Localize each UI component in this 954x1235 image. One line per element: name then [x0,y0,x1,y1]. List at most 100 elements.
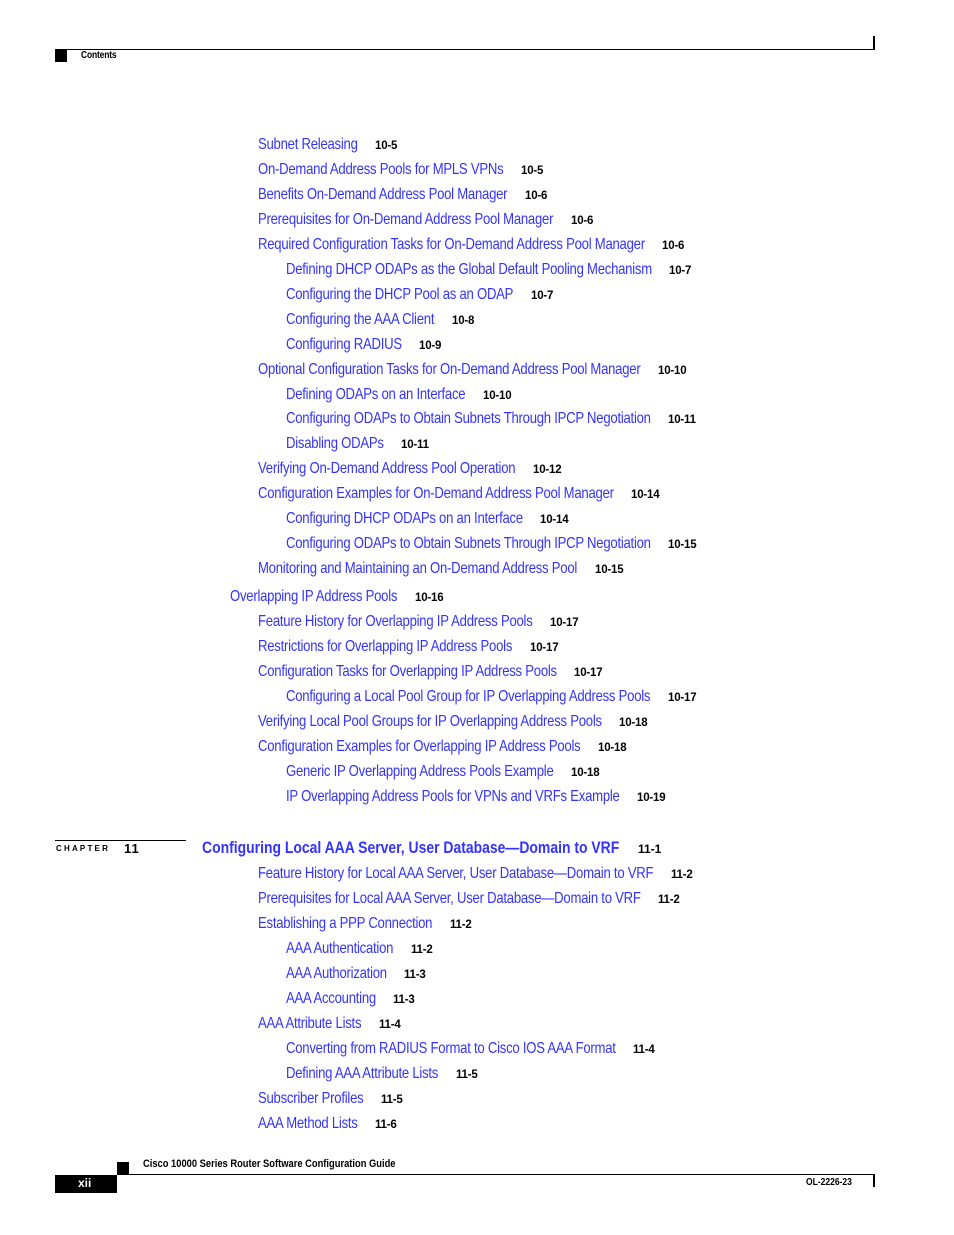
toc-entry-title: Configuring ODAPs to Obtain Subnets Thro… [286,410,651,428]
toc-entry-link[interactable]: Feature History for Overlapping IP Addre… [258,613,533,631]
toc-entry-title: Subscriber Profiles [258,1090,364,1107]
toc-entry-link[interactable]: Subscriber Profiles [258,1090,364,1108]
toc-entry: Overlapping IP Address Pools 10-16 [230,588,444,606]
toc-entry-title: Defining DHCP ODAPs as the Global Defaul… [286,260,652,278]
toc-entry: Configuring DHCP ODAPs on an Interface 10… [286,510,569,528]
toc-entry-link[interactable]: Monitoring and Maintaining an On-Demand … [258,560,578,578]
toc-entry-link[interactable]: Configuration Examples for Overlapping I… [258,738,581,756]
toc-entry: Generic IP Overlapping Address Pools Exa… [286,763,600,781]
toc-entry-page-number: 10-11 [668,414,696,427]
toc-entry-link[interactable]: IP Overlapping Address Pools for VPNs an… [286,788,620,806]
toc-entry: Configuration Examples for Overlapping I… [258,738,627,756]
toc-entry: Disabling ODAPs 10-11 [286,435,429,453]
toc-entry-link[interactable]: AAA Accounting [286,990,376,1008]
toc-entry-page-number: 10-10 [658,364,687,377]
toc-entry-link[interactable]: Defining ODAPs on an Interface [286,386,466,404]
toc-entry-page-number: 10-8 [452,314,475,327]
toc-entry: Configuring ODAPs to Obtain Subnets Thro… [286,535,697,553]
toc-entry: Configuring RADIUS 10-9 [286,336,441,354]
toc-entry-link[interactable]: Overlapping IP Address Pools [230,588,398,606]
toc-entry-page-number: 10-15 [595,564,624,577]
toc-entry-link[interactable]: Converting from RADIUS Format to Cisco I… [286,1040,616,1058]
toc-entry-link[interactable]: Subnet Releasing [258,136,358,154]
toc-entry-title: Monitoring and Maintaining an On-Demand … [258,560,578,578]
toc-entry-link[interactable]: Defining AAA Attribute Lists [286,1065,439,1083]
chapter-title-text: Configuring Local AAA Server, User Datab… [202,838,620,857]
toc-entry-page-number: 10-17 [574,667,603,679]
toc-entry-page-number: 11-2 [450,919,472,931]
toc-entry-title: Overlapping IP Address Pools [230,588,398,605]
toc-entry-page-number: 10-6 [571,214,594,227]
toc-entry-link[interactable]: Prerequisites for On-Demand Address Pool… [258,211,554,229]
toc-entry-title: Configuring the AAA Client [286,310,435,328]
toc-entry: Restrictions for Overlapping IP Address … [258,638,559,656]
toc-entry-link[interactable]: Configuration Examples for On-Demand Add… [258,485,614,503]
toc-entry: AAA Authorization 11-3 [286,965,426,983]
toc-entry-link[interactable]: Verifying Local Pool Groups for IP Overl… [258,713,602,731]
chapter-label: CHAPTER [56,844,111,853]
toc-entry-link[interactable]: Verifying On-Demand Address Pool Operati… [258,460,516,478]
toc-entry-link[interactable]: Establishing a PPP Connection [258,915,433,933]
toc-entry-page-number: 11-3 [404,969,426,981]
toc-entry-link[interactable]: Optional Configuration Tasks for On-Dema… [258,361,641,379]
toc-entry-page-number: 10-14 [631,489,660,502]
toc-entry-link[interactable]: Benefits On-Demand Address Pool Manager [258,186,508,204]
toc-entry-page-number: 10-5 [521,164,544,177]
toc-entry-link[interactable]: Configuring a Local Pool Group for IP Ov… [286,688,651,706]
toc-entry-link[interactable]: Configuring the DHCP Pool as an ODAP [286,286,514,304]
toc-entry-link[interactable]: Configuring DHCP ODAPs on an Interface [286,510,523,528]
toc-entry-title: AAA Authentication [286,940,394,957]
toc-entry: Prerequisites for On-Demand Address Pool… [258,211,593,229]
toc-entry-page-number: 10-16 [415,592,444,604]
toc-entry-link[interactable]: AAA Authentication [286,940,394,958]
toc-entry-title: Configuration Examples for On-Demand Add… [258,485,614,503]
toc-entry-title: Restrictions for Overlapping IP Address … [258,638,513,655]
footer-rule [117,1174,875,1175]
footer-page-number: xii [78,1176,92,1190]
toc-entry-link[interactable]: Feature History for Local AAA Server, Us… [258,865,654,883]
toc-entry-link[interactable]: Prerequisites for Local AAA Server, User… [258,890,641,908]
toc-entry: Defining ODAPs on an Interface 10-10 [286,386,512,404]
toc-entry-page-number: 10-18 [598,742,627,754]
toc-entry-title: Configuring a Local Pool Group for IP Ov… [286,688,651,705]
toc-entry: Monitoring and Maintaining an On-Demand … [258,560,624,578]
toc-entry: Defining DHCP ODAPs as the Global Defaul… [286,261,691,279]
toc-entry-link[interactable]: Restrictions for Overlapping IP Address … [258,638,513,656]
toc-entry-title: Configuring the DHCP Pool as an ODAP [286,285,514,303]
toc-entry-page-number: 10-6 [662,239,685,252]
toc-entry: Optional Configuration Tasks for On-Dema… [258,361,687,379]
toc-entry-link[interactable]: Configuring ODAPs to Obtain Subnets Thro… [286,410,651,428]
toc-entry: AAA Authentication 11-2 [286,940,433,958]
toc-entry-title: On-Demand Address Pools for MPLS VPNs [258,160,504,178]
toc-entry-link[interactable]: On-Demand Address Pools for MPLS VPNs [258,161,504,179]
toc-entry-page-number: 10-15 [668,539,697,552]
toc-entry-link[interactable]: AAA Method Lists [258,1115,358,1133]
toc-entry-title: Verifying On-Demand Address Pool Operati… [258,460,516,478]
toc-entry-link[interactable]: Defining DHCP ODAPs as the Global Defaul… [286,261,652,279]
toc-entry-link[interactable]: Configuring ODAPs to Obtain Subnets Thro… [286,535,651,553]
toc-entry-link[interactable]: Disabling ODAPs [286,435,384,453]
toc-entry-link[interactable]: AAA Attribute Lists [258,1015,362,1033]
toc-entry: Defining AAA Attribute Lists 11-5 [286,1065,478,1083]
toc-entry-title: IP Overlapping Address Pools for VPNs an… [286,788,620,805]
toc-entry-link[interactable]: Configuration Tasks for Overlapping IP A… [258,663,557,681]
footer-marker-block [117,1162,129,1174]
toc-entry-page-number: 11-4 [379,1019,401,1031]
toc-entry: AAA Method Lists 11-6 [258,1115,397,1133]
toc-entry-link[interactable]: AAA Authorization [286,965,387,983]
chapter-entry: Configuring Local AAA Server, User Datab… [202,838,661,858]
toc-entry: Feature History for Local AAA Server, Us… [258,865,693,883]
toc-entry-title: Configuration Examples for Overlapping I… [258,738,581,755]
toc-entry-title: Configuration Tasks for Overlapping IP A… [258,663,557,680]
toc-entry-title: Generic IP Overlapping Address Pools Exa… [286,763,554,780]
toc-entry-title: Establishing a PPP Connection [258,915,433,932]
toc-entry-link[interactable]: Generic IP Overlapping Address Pools Exa… [286,763,554,781]
toc-entry: Establishing a PPP Connection 11-2 [258,915,472,933]
toc-entry-link[interactable]: Required Configuration Tasks for On-Dema… [258,236,645,254]
toc-entry-page-number: 10-19 [637,792,666,804]
header-marker-block [55,50,67,62]
toc-entry: Configuring the AAA Client 10-8 [286,311,474,329]
toc-entry-link[interactable]: Configuring RADIUS [286,336,402,354]
chapter-title-link[interactable]: Configuring Local AAA Server, User Datab… [202,838,620,858]
toc-entry-link[interactable]: Configuring the AAA Client [286,311,435,329]
